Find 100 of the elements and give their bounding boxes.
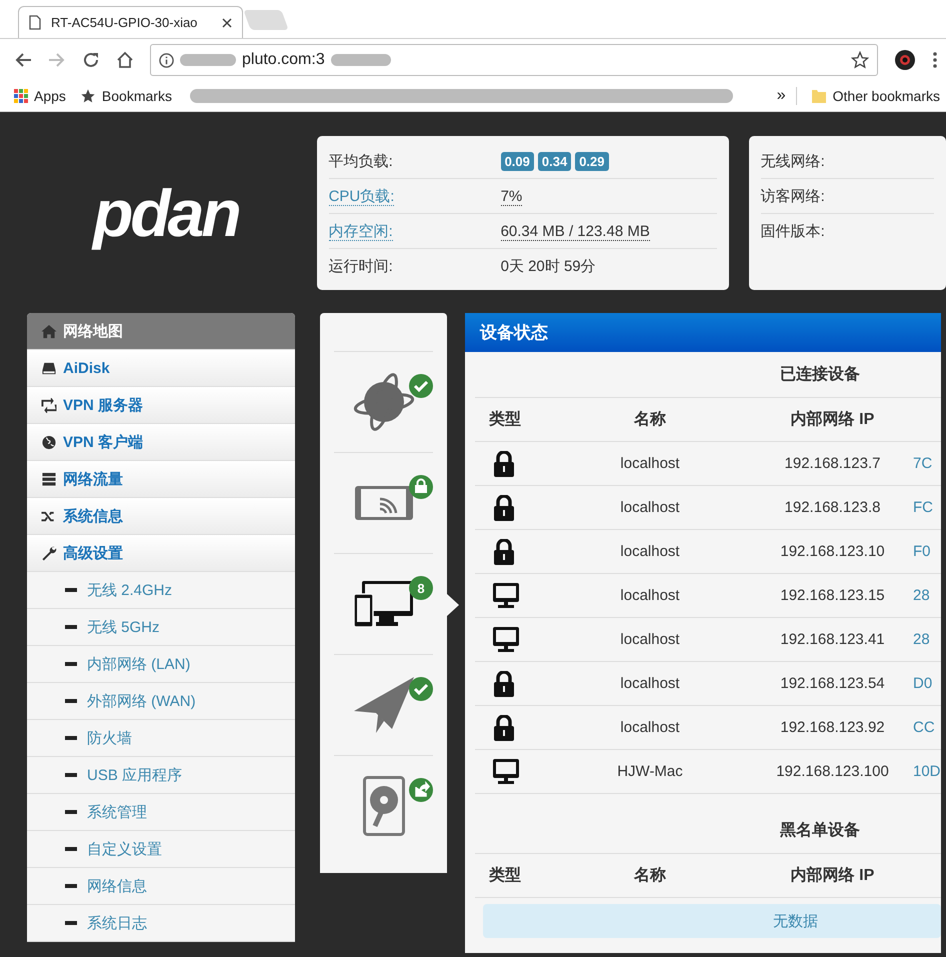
camera-icon[interactable]: [894, 49, 916, 71]
check-badge-icon: [409, 374, 433, 398]
retweet-icon: [41, 398, 57, 412]
stat-value: 7%: [500, 188, 522, 206]
more-bookmarks-button[interactable]: »: [776, 87, 797, 105]
monitor-icon: [493, 626, 519, 652]
table-cell-text: HJW-Mac: [616, 763, 684, 780]
table-cell-text: localhost: [619, 455, 681, 472]
sidebar-item[interactable]: 网络流量: [27, 461, 295, 498]
lock-icon: [493, 450, 515, 476]
close-icon[interactable]: [222, 18, 232, 28]
status-label: 固件版本:: [760, 222, 825, 240]
tablet-wifi-icon: [354, 485, 414, 521]
sidebar-item[interactable]: 网络地图: [27, 313, 295, 350]
home-icon[interactable]: [116, 51, 134, 69]
dash-icon: [65, 625, 77, 629]
section-heading: 已连接设备: [780, 364, 860, 385]
table-cell-text: 192.168.123.8: [784, 499, 882, 516]
lock-icon: [493, 538, 515, 564]
status-label: 无线网络:: [760, 152, 825, 170]
load-badge: 0.29: [575, 152, 609, 170]
count-badge: 8: [409, 576, 433, 600]
stat-label: 平均负载:: [328, 152, 393, 170]
panel-title: 设备状态: [480, 322, 548, 344]
wrench-icon: [41, 546, 57, 560]
stat-label: 运行时间:: [328, 258, 393, 274]
menu-icon[interactable]: [932, 51, 938, 69]
browser-tab[interactable]: RT-AC54U-GPIO-30-xiao: [18, 6, 243, 38]
folder-icon: [810, 88, 827, 104]
monitor-icon: [493, 758, 519, 784]
lock-badge-icon: [409, 475, 433, 499]
table-cell-text: 192.168.123.54: [779, 675, 886, 692]
star-icon[interactable]: [851, 51, 869, 69]
sidebar-item[interactable]: 系统信息: [27, 498, 295, 535]
devices-icon: [354, 580, 414, 628]
dash-icon: [65, 699, 77, 703]
column-header: 类型: [488, 410, 522, 430]
dash-icon: [65, 773, 77, 777]
status-label: 访客网络:: [760, 186, 825, 206]
table-link[interactable]: F0: [905, 543, 941, 560]
bookmark-link[interactable]: Bookmarks: [80, 88, 172, 104]
list-icon: [41, 472, 57, 486]
table-link[interactable]: CC: [905, 719, 941, 736]
table-cell-text: 192.168.123.7: [784, 455, 882, 472]
column-header: 类型: [488, 866, 522, 886]
lock-icon: [493, 714, 515, 740]
dash-icon: [65, 810, 77, 814]
logo: pdan: [90, 175, 240, 252]
share-badge-icon: [409, 778, 433, 802]
monitor-icon: [493, 582, 519, 608]
redaction-mark: [180, 54, 236, 66]
table-cell-text: localhost: [619, 631, 681, 648]
empty-text: 无数据: [773, 912, 818, 930]
paper-plane-icon: [354, 677, 414, 733]
stat-link[interactable]: CPU负载:: [328, 188, 394, 206]
column-header: 内部网络 IP: [790, 865, 876, 886]
dash-icon: [65, 588, 77, 592]
info-icon: [159, 52, 174, 68]
load-badge: 0.34: [538, 152, 572, 170]
star-icon: [80, 88, 96, 104]
globe-icon: [41, 434, 57, 450]
sidebar-item[interactable]: AiDisk: [27, 350, 295, 387]
reload-icon[interactable]: [82, 51, 100, 69]
table-link[interactable]: 7C: [905, 455, 941, 472]
status-icon-button[interactable]: 8: [334, 553, 433, 654]
table-link[interactable]: 28: [905, 631, 941, 648]
bookmark-link[interactable]: Apps: [14, 88, 66, 104]
document-icon: [29, 15, 41, 30]
table-link[interactable]: D0: [905, 675, 941, 692]
lock-icon: [493, 494, 515, 520]
table-link[interactable]: FC: [905, 499, 941, 516]
column-header: 内部网络 IP: [790, 409, 876, 430]
apps-grid-icon: [14, 89, 28, 103]
table-cell-text: 192.168.123.41: [779, 631, 886, 648]
table-cell-text: 192.168.123.15: [779, 587, 886, 604]
dash-icon: [65, 736, 77, 740]
globe-icon: [352, 371, 414, 433]
dash-icon: [65, 921, 77, 925]
back-icon[interactable]: [14, 52, 32, 68]
column-header: 名称: [632, 410, 667, 430]
table-cell-text: 192.168.123.10: [779, 543, 886, 560]
table-cell-text: localhost: [619, 675, 681, 692]
table-cell-text: localhost: [619, 499, 681, 516]
table-link[interactable]: 28: [905, 587, 941, 604]
stat-link[interactable]: 内存空闲:: [328, 222, 393, 240]
dash-icon: [65, 662, 77, 666]
redaction-mark: [330, 54, 391, 66]
section-heading: 黑名单设备: [780, 820, 860, 841]
hdd-icon: [41, 360, 57, 376]
home-icon: [41, 324, 57, 338]
stat-value: 60.34 MB / 123.48 MB: [500, 222, 650, 240]
table-link[interactable]: 10D: [905, 763, 941, 780]
sidebar-item[interactable]: 高级设置: [27, 535, 295, 572]
address-bar[interactable]: pluto.com:3: [150, 44, 878, 76]
table-cell-text: localhost: [619, 719, 681, 736]
other-bookmarks-link[interactable]: Other bookmarks: [810, 88, 940, 104]
url-text: pluto.com:3: [242, 51, 325, 69]
dash-icon: [65, 847, 77, 851]
sidebar-item[interactable]: VPN 客户端: [27, 424, 295, 461]
sidebar-item[interactable]: VPN 服务器: [27, 387, 295, 424]
